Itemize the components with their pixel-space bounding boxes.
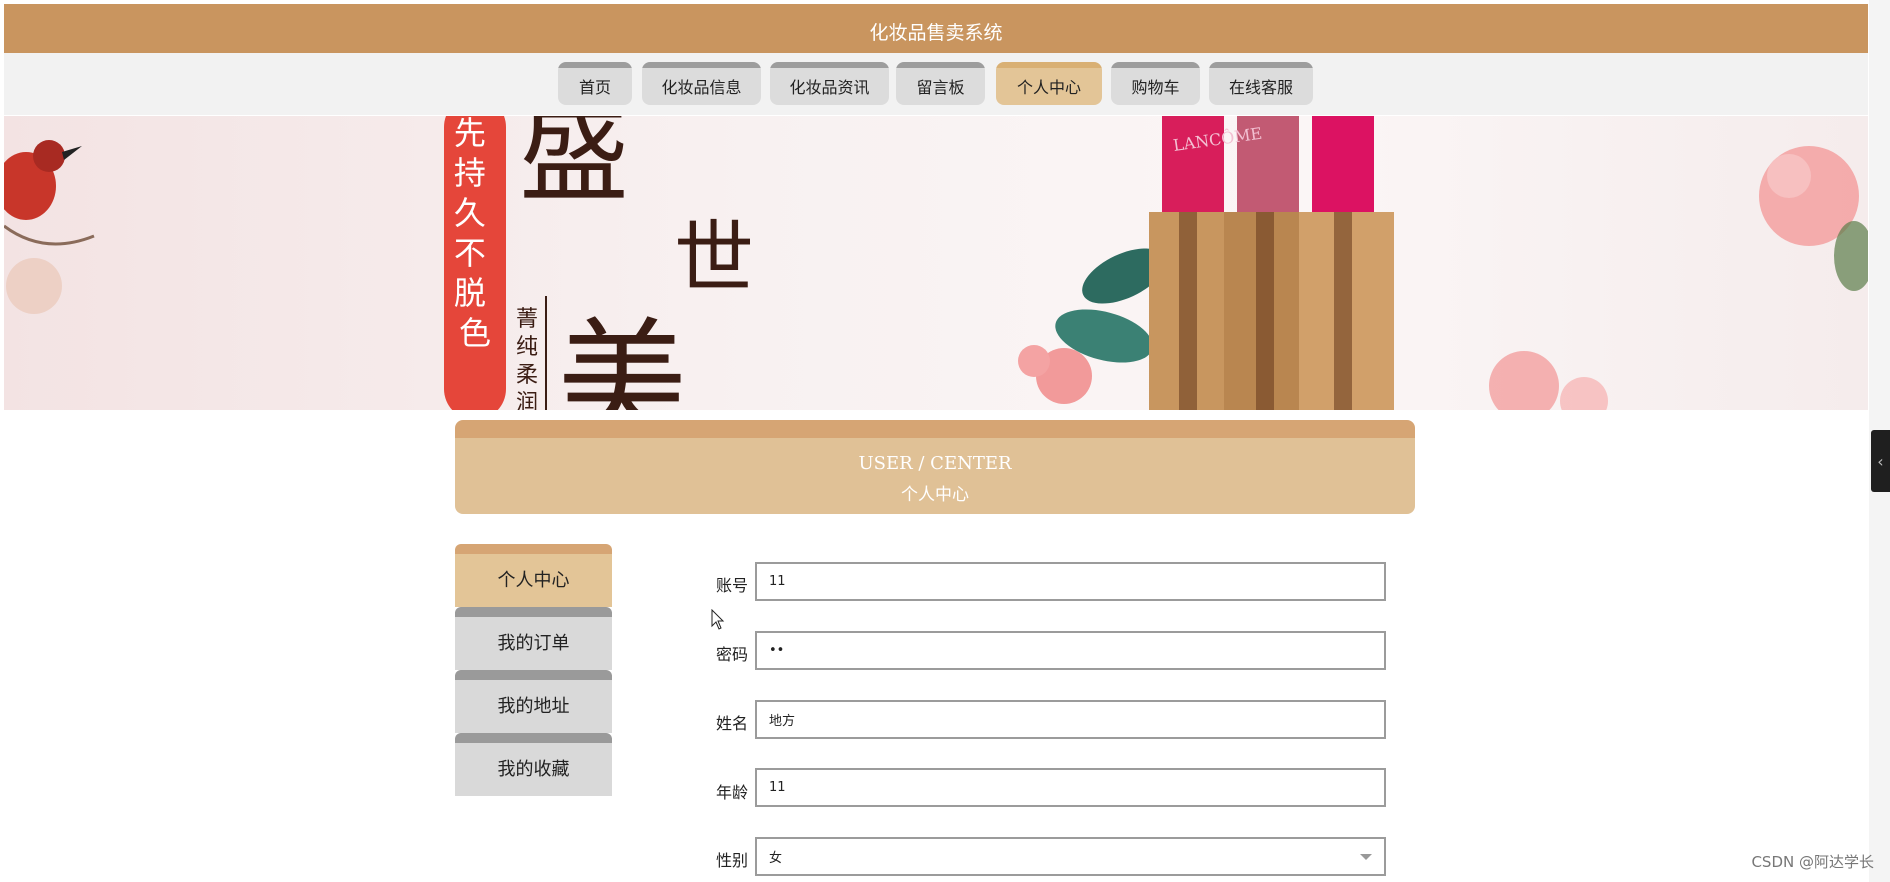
nav-tab-cosmetics-news[interactable]: 化妆品资讯: [770, 62, 889, 105]
svg-text:美: 美: [557, 305, 687, 410]
name-label: 姓名: [715, 714, 748, 733]
svg-text:先 持 久 不: 先 持 久 不 脱 色: [454, 116, 496, 352]
svg-text:世: 世: [674, 212, 754, 305]
watermark: CSDN @阿达学长: [1751, 853, 1874, 871]
svg-text:菁纯柔润: 菁纯柔润: [516, 307, 538, 410]
password-label: 密码: [715, 645, 748, 664]
sidebar-item-my-orders[interactable]: 我的订单: [455, 607, 612, 670]
name-input[interactable]: 地方: [755, 700, 1386, 739]
chevron-left-icon[interactable]: ‹: [1871, 430, 1890, 492]
age-input[interactable]: 11: [755, 768, 1386, 807]
sidebar-item-my-favorites[interactable]: 我的收藏: [455, 733, 612, 796]
nav-tab-user-center[interactable]: 个人中心: [996, 62, 1102, 105]
gender-label: 性别: [715, 851, 748, 870]
banner-artwork: 先 持 久 不 脱 色 盛 世 美 菁纯柔润 LANCÔME: [4, 116, 1868, 410]
sidebar-item-user-center[interactable]: 个人中心: [455, 544, 612, 607]
mouse-cursor-icon: [711, 609, 725, 630]
header-bar: 化妆品售卖系统: [4, 4, 1868, 53]
bird-icon: [4, 140, 95, 314]
gender-select[interactable]: 女: [755, 837, 1386, 876]
nav-tab-message-board[interactable]: 留言板: [896, 62, 985, 105]
nav-tab-home[interactable]: 首页: [558, 62, 632, 105]
lipstick-image: LANCÔME: [1149, 116, 1394, 410]
user-center-title-cn: 个人中心: [901, 485, 969, 505]
age-label: 年龄: [715, 783, 748, 802]
nav-tab-cosmetics-info[interactable]: 化妆品信息: [642, 62, 761, 105]
main-nav: 首页 化妆品信息 化妆品资讯 留言板 个人中心 购物车 在线客服: [4, 53, 1868, 115]
user-center-header: USER / CENTER 个人中心: [455, 420, 1415, 514]
banner-image: 先 持 久 不 脱 色 盛 世 美 菁纯柔润 LANCÔME: [4, 116, 1868, 410]
svg-text:盛: 盛: [519, 116, 629, 217]
account-input[interactable]: 11: [755, 562, 1386, 601]
sidebar-item-my-address[interactable]: 我的地址: [455, 670, 612, 733]
account-label: 账号: [715, 576, 748, 595]
password-input[interactable]: ••: [755, 631, 1386, 670]
site-title: 化妆品售卖系统: [869, 22, 1003, 44]
nav-tab-cart[interactable]: 购物车: [1111, 62, 1200, 105]
nav-tab-online-service[interactable]: 在线客服: [1209, 62, 1313, 105]
gender-select-value: 女: [769, 851, 783, 866]
chevron-down-icon: [1360, 854, 1372, 860]
user-center-title-en: USER / CENTER: [858, 453, 1012, 474]
